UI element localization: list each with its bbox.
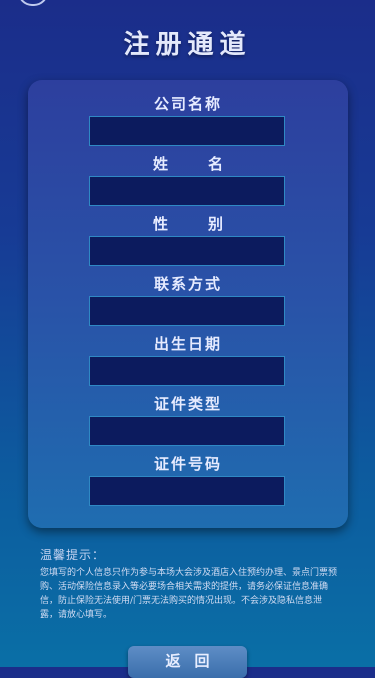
gender-label: 性别 bbox=[152, 215, 263, 233]
contact-input[interactable] bbox=[89, 296, 285, 326]
field-id-type: 证件类型 bbox=[28, 394, 348, 446]
name-input[interactable] bbox=[89, 176, 285, 206]
page-title: 注册通道 bbox=[123, 30, 252, 60]
company-name-input[interactable] bbox=[89, 116, 285, 146]
notice-title: 温馨提示： bbox=[40, 548, 106, 562]
id-type-label: 证件类型 bbox=[153, 395, 222, 413]
birth-date-input[interactable] bbox=[89, 356, 285, 386]
birth-date-label: 出生日期 bbox=[153, 335, 222, 353]
id-number-input[interactable] bbox=[89, 476, 285, 506]
gender-input[interactable] bbox=[89, 236, 285, 266]
name-label: 姓名 bbox=[152, 155, 263, 173]
company-name-label: 公司名称 bbox=[153, 95, 222, 113]
field-gender: 性别 bbox=[28, 214, 348, 266]
id-number-label: 证件号码 bbox=[153, 455, 222, 473]
field-contact: 联系方式 bbox=[28, 274, 348, 326]
logo-icon bbox=[18, 0, 48, 6]
field-name: 姓名 bbox=[28, 154, 348, 206]
notice-text: 您填写的个人信息只作为参与本场大会涉及酒店入住预约办理、景点门票预购、活动保险信… bbox=[40, 568, 338, 620]
contact-label: 联系方式 bbox=[153, 275, 222, 293]
field-company-name: 公司名称 bbox=[28, 94, 348, 146]
field-birth-date: 出生日期 bbox=[28, 334, 348, 386]
field-id-number: 证件号码 bbox=[28, 454, 348, 506]
id-type-input[interactable] bbox=[89, 416, 285, 446]
registration-form: 公司名称 姓名 性别 联系方式 出生日期 证件类型 证件号码 bbox=[28, 80, 348, 528]
back-button[interactable]: 返回 bbox=[128, 646, 247, 678]
